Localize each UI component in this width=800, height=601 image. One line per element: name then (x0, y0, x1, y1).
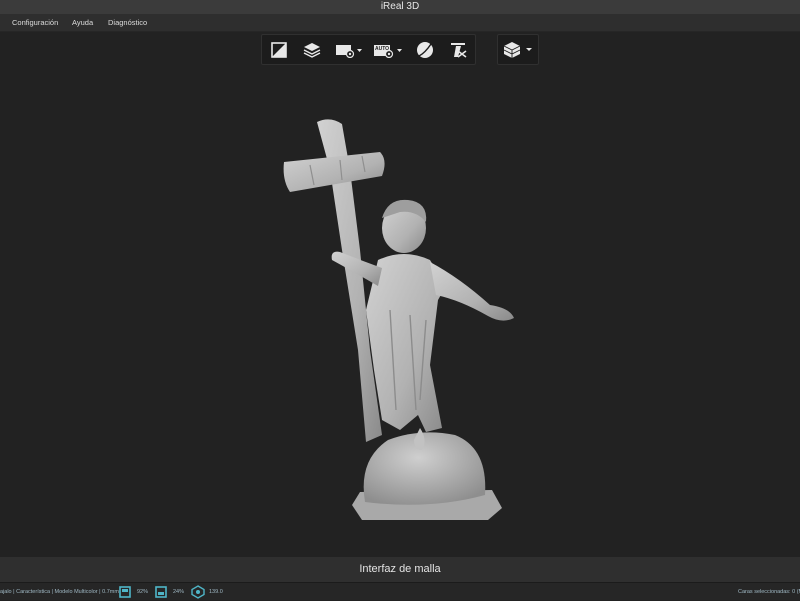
menu-diagnostico[interactable]: Diagnóstico (108, 14, 147, 32)
performance-score: 139.0 (209, 589, 223, 595)
selected-faces-status: Caras seleccionadas: 0 (M (738, 589, 800, 595)
menu-bar: Configuración Ayuda Diagnóstico (0, 14, 800, 32)
mesh-interface-label: Interfaz de malla (0, 557, 800, 582)
scanned-statue-model[interactable] (270, 110, 530, 530)
window-title: iReal 3D (0, 0, 800, 14)
scan-mode-status: ajalo | Característica | Modelo Multicol… (0, 589, 119, 595)
camera-settings-icon[interactable] (329, 34, 368, 65)
auto-settings-icon[interactable]: AUTO (369, 34, 408, 65)
memory-icon (119, 586, 131, 598)
mesh-frame-icon[interactable] (262, 34, 296, 65)
display-toolbar (497, 34, 539, 65)
disk-icon (155, 586, 167, 598)
disk-usage: 24% (173, 589, 185, 595)
status-bar: ajalo | Característica | Modelo Multicol… (0, 582, 800, 600)
sphere-shading-icon[interactable] (408, 34, 442, 65)
performance-icon (191, 585, 205, 599)
view-toolbar: AUTO (261, 34, 476, 65)
clear-format-icon[interactable] (441, 34, 475, 65)
memory-usage: 92% (137, 589, 149, 595)
layers-icon[interactable] (296, 34, 330, 65)
menu-configuracion[interactable]: Configuración (12, 14, 58, 32)
grid-cube-icon[interactable] (498, 34, 538, 65)
menu-ayuda[interactable]: Ayuda (72, 14, 93, 32)
